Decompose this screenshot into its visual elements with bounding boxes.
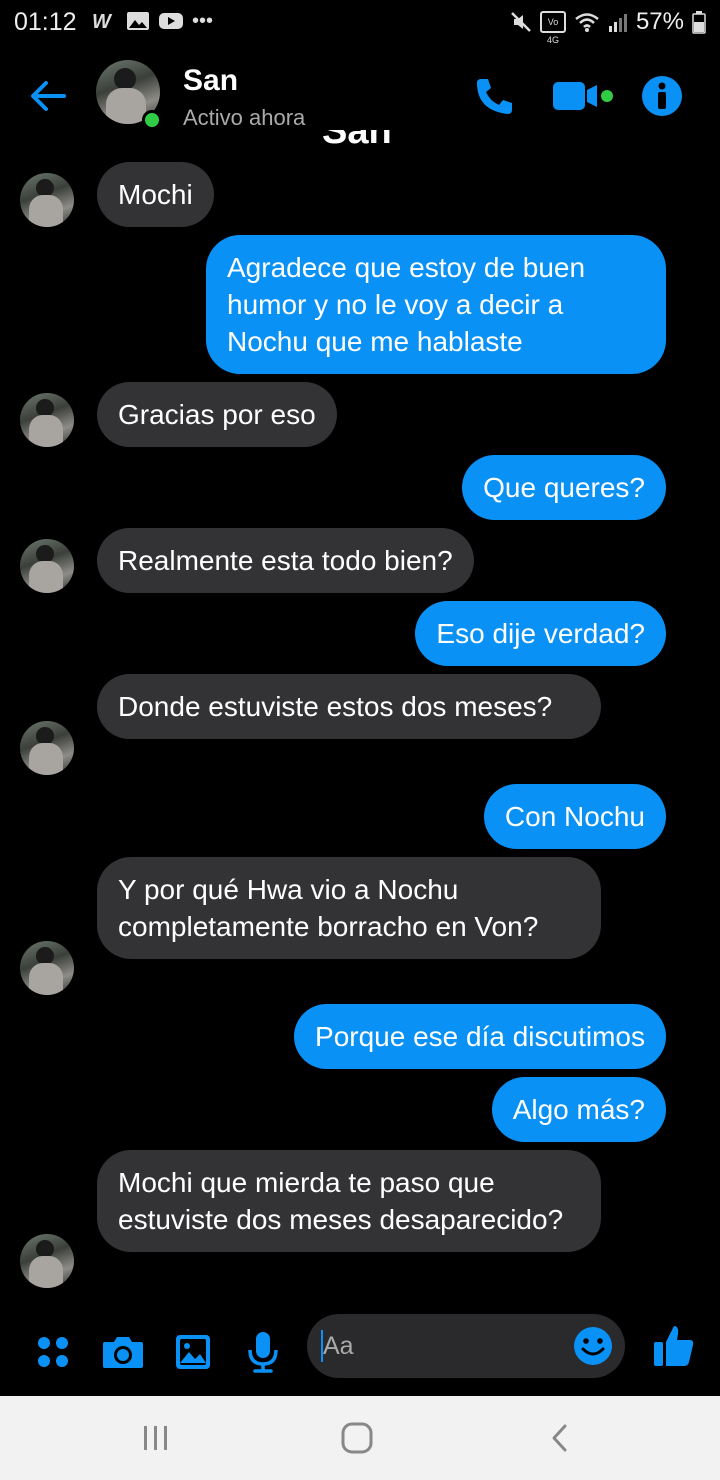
message-incoming[interactable]: Gracias por eso <box>97 382 337 447</box>
camera-button[interactable] <box>99 1328 147 1376</box>
apps-icon <box>38 1337 68 1367</box>
like-button[interactable] <box>650 1322 698 1370</box>
phone-icon <box>477 79 512 114</box>
sender-avatar <box>20 1234 74 1288</box>
status-bar: 01:12 W ••• Vo 4G 57% <box>0 0 720 45</box>
emoji-button[interactable] <box>571 1324 615 1368</box>
contact-status: Activo ahora <box>183 105 306 130</box>
message-composer <box>0 1310 720 1396</box>
back-button[interactable] <box>26 74 70 118</box>
message-input-container <box>307 1314 625 1378</box>
camera-icon <box>103 1337 143 1368</box>
message-incoming[interactable]: Donde estuviste estos dos meses? <box>97 674 601 739</box>
video-camera-icon <box>553 82 613 110</box>
home-icon <box>341 1422 373 1454</box>
sender-avatar <box>20 539 74 593</box>
info-button[interactable] <box>638 72 686 120</box>
online-indicator <box>142 110 162 130</box>
sender-avatar <box>20 941 74 995</box>
message-outgoing[interactable]: Porque ese día discutimos <box>294 1004 666 1069</box>
home-button[interactable] <box>327 1416 387 1460</box>
back-nav-button[interactable] <box>530 1416 590 1460</box>
more-actions-button[interactable] <box>29 1328 77 1376</box>
sender-avatar <box>20 173 74 227</box>
youtube-icon <box>159 13 183 29</box>
message-outgoing[interactable]: Agradece que estoy de buen humor y no le… <box>206 235 666 374</box>
image-icon <box>176 1335 210 1369</box>
video-call-button[interactable] <box>552 72 616 120</box>
message-outgoing[interactable]: Eso dije verdad? <box>415 601 666 666</box>
message-input[interactable] <box>323 1314 563 1378</box>
contact-name[interactable]: San <box>183 64 238 98</box>
signal-icon <box>608 14 627 32</box>
gallery-button[interactable] <box>169 1328 217 1376</box>
voice-button[interactable] <box>239 1328 287 1376</box>
message-outgoing[interactable]: Que queres? <box>462 455 666 520</box>
gallery-icon <box>127 12 149 30</box>
message-incoming[interactable]: Mochi <box>97 162 214 227</box>
contact-avatar[interactable] <box>96 60 162 130</box>
conversation-title-clipped: San <box>322 130 392 152</box>
battery-percent: 57% <box>635 8 684 35</box>
like-icon <box>654 1326 694 1366</box>
battery-icon <box>692 11 706 34</box>
status-time: 01:12 <box>14 8 77 36</box>
message-outgoing[interactable]: Algo más? <box>491 1077 666 1142</box>
message-incoming[interactable]: Y por qué Hwa vio a Nochu completamente … <box>97 857 601 959</box>
message-incoming[interactable]: Mochi que mierda te paso que estuviste d… <box>97 1150 601 1252</box>
recents-button[interactable] <box>126 1416 186 1460</box>
microphone-icon <box>248 1332 278 1373</box>
arrow-left-icon <box>31 81 66 111</box>
svg-text:W: W <box>92 11 113 32</box>
w-icon: W <box>92 11 113 32</box>
call-button[interactable] <box>470 72 518 120</box>
sender-avatar <box>20 393 74 447</box>
back-icon <box>552 1424 567 1452</box>
emoji-icon <box>574 1327 612 1365</box>
volte-4g-icon: Vo 4G <box>539 11 566 45</box>
more-dots-icon: ••• <box>192 10 214 32</box>
android-nav-bar <box>0 1396 720 1480</box>
mute-icon <box>511 12 531 32</box>
info-icon <box>642 76 682 116</box>
wifi-icon <box>575 13 599 32</box>
recents-icon <box>144 1426 167 1450</box>
message-incoming[interactable]: Realmente esta todo bien? <box>97 528 474 593</box>
message-outgoing[interactable]: Con Nochu <box>483 784 666 849</box>
sender-avatar <box>20 721 74 775</box>
